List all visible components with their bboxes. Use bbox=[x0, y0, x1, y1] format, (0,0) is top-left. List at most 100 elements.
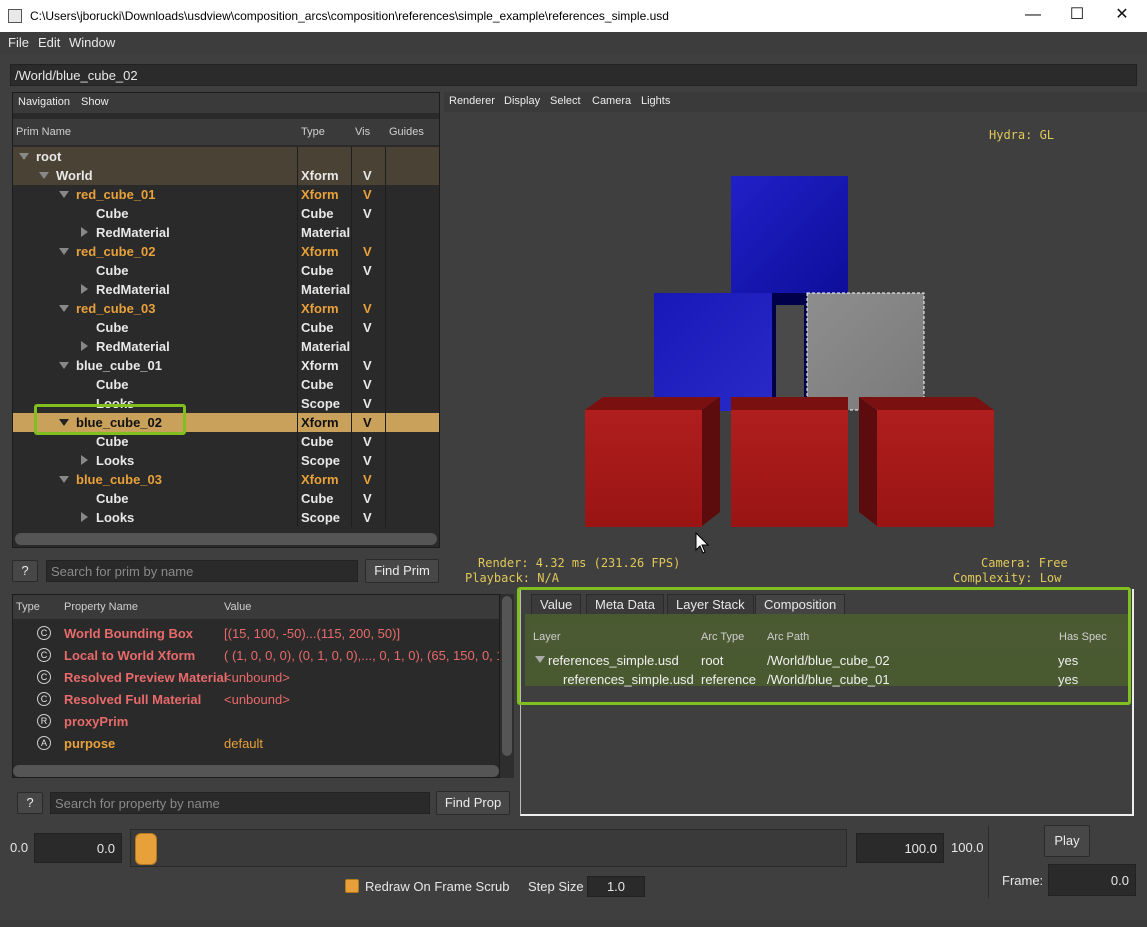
prim-vis[interactable]: V bbox=[363, 358, 372, 373]
collapse-arrow-icon[interactable] bbox=[81, 512, 88, 522]
property-search-input[interactable]: Search for property by name bbox=[50, 792, 430, 814]
select-menu[interactable]: Select bbox=[550, 95, 581, 107]
property-row[interactable]: C Local to World Xform ( (1, 0, 0, 0), (0,… bbox=[13, 645, 499, 667]
prim-vis[interactable]: V bbox=[363, 472, 372, 487]
header-type[interactable]: Type bbox=[301, 126, 325, 138]
frame-slider-handle[interactable] bbox=[135, 833, 157, 865]
tree-row[interactable]: RedMaterial Material bbox=[13, 280, 439, 299]
header-prop-type[interactable]: Type bbox=[16, 601, 40, 613]
header-guides[interactable]: Guides bbox=[389, 126, 424, 138]
prim-help-button[interactable]: ? bbox=[12, 560, 38, 582]
step-size-field[interactable]: 1.0 bbox=[587, 876, 645, 897]
tree-row[interactable]: root bbox=[13, 147, 439, 166]
lights-menu[interactable]: Lights bbox=[641, 95, 670, 107]
collapse-arrow-icon[interactable] bbox=[81, 341, 88, 351]
tree-row[interactable]: Cube Cube V bbox=[13, 375, 439, 394]
property-row[interactable]: Apurpose default bbox=[13, 733, 499, 755]
tree-row[interactable]: red_cube_02 Xform V bbox=[13, 242, 439, 261]
property-type-icon: C bbox=[37, 626, 51, 640]
menu-window[interactable]: Window bbox=[69, 35, 115, 50]
renderer-menu[interactable]: Renderer bbox=[449, 95, 495, 107]
expand-arrow-icon[interactable] bbox=[19, 153, 29, 160]
expand-arrow-icon[interactable] bbox=[59, 476, 69, 483]
property-scrollbar[interactable] bbox=[13, 765, 499, 777]
menu-file[interactable]: File bbox=[8, 35, 29, 50]
prim-vis[interactable]: V bbox=[363, 491, 372, 506]
prim-vis[interactable]: V bbox=[363, 263, 372, 278]
camera-menu[interactable]: Camera bbox=[592, 95, 631, 107]
property-row[interactable]: C Resolved Preview Material <unbound> bbox=[13, 667, 499, 689]
end-frame-field[interactable]: 100.0 bbox=[856, 833, 944, 863]
prim-vis[interactable]: V bbox=[363, 377, 372, 392]
property-vscroll[interactable] bbox=[500, 594, 514, 778]
redraw-checkbox[interactable] bbox=[345, 879, 359, 893]
tree-row[interactable]: Cube Cube V bbox=[13, 489, 439, 508]
selected-cube[interactable] bbox=[806, 292, 925, 411]
tree-row[interactable]: Cube Cube V bbox=[13, 204, 439, 223]
tree-row[interactable]: Looks Scope V bbox=[13, 451, 439, 470]
prim-vis[interactable]: V bbox=[363, 396, 372, 411]
prim-vis[interactable]: V bbox=[363, 187, 372, 202]
expand-arrow-icon[interactable] bbox=[59, 362, 69, 369]
header-vis[interactable]: Vis bbox=[355, 126, 370, 138]
property-row[interactable]: RproxyPrim bbox=[13, 711, 499, 733]
frame-slider[interactable] bbox=[130, 829, 847, 867]
tree-row[interactable]: blue_cube_03 Xform V bbox=[13, 470, 439, 489]
find-prop-button[interactable]: Find Prop bbox=[436, 791, 510, 815]
minimize-button[interactable]: — bbox=[1015, 4, 1051, 26]
property-vscroll-thumb[interactable] bbox=[502, 596, 512, 756]
viewport[interactable]: Hydra: GL Render: 4.32 ms (231.26 FPS) P… bbox=[444, 92, 1147, 588]
tree-row[interactable]: red_cube_01 Xform V bbox=[13, 185, 439, 204]
expand-arrow-icon[interactable] bbox=[39, 172, 49, 179]
show-menu[interactable]: Show bbox=[81, 96, 109, 108]
tree-row[interactable]: RedMaterial Material bbox=[13, 337, 439, 356]
start-frame-field[interactable]: 0.0 bbox=[34, 833, 122, 863]
property-row[interactable]: C Resolved Full Material <unbound> bbox=[13, 689, 499, 711]
close-button[interactable]: ✕ bbox=[1104, 4, 1140, 26]
play-button[interactable]: Play bbox=[1044, 825, 1090, 857]
prim-vis[interactable]: V bbox=[363, 510, 372, 525]
prim-vis[interactable]: V bbox=[363, 415, 372, 430]
maximize-button[interactable]: ☐ bbox=[1059, 4, 1095, 26]
column-separator bbox=[385, 185, 386, 204]
prim-vis[interactable]: V bbox=[363, 434, 372, 449]
collapse-arrow-icon[interactable] bbox=[81, 455, 88, 465]
prim-vis[interactable]: V bbox=[363, 453, 372, 468]
display-menu[interactable]: Display bbox=[504, 95, 540, 107]
header-prop-name[interactable]: Property Name bbox=[64, 601, 138, 613]
prim-vis[interactable]: V bbox=[363, 320, 372, 335]
menu-edit[interactable]: Edit bbox=[38, 35, 60, 50]
expand-arrow-icon[interactable] bbox=[59, 191, 69, 198]
prim-type: Xform bbox=[301, 187, 339, 202]
prim-vis[interactable]: V bbox=[363, 244, 372, 259]
frame-field[interactable]: 0.0 bbox=[1048, 864, 1136, 896]
red-cube-3[interactable] bbox=[877, 410, 994, 527]
tree-row[interactable]: blue_cube_01 Xform V bbox=[13, 356, 439, 375]
find-prim-button[interactable]: Find Prim bbox=[365, 559, 439, 583]
prim-path-field[interactable]: /World/blue_cube_02 bbox=[10, 64, 1137, 86]
prim-vis[interactable]: V bbox=[363, 206, 372, 221]
tree-row[interactable]: RedMaterial Material bbox=[13, 223, 439, 242]
blue-cube-top[interactable] bbox=[731, 176, 848, 294]
tree-scrollbar[interactable] bbox=[15, 533, 437, 545]
tree-row[interactable]: Looks Scope V bbox=[13, 508, 439, 527]
header-prim-name[interactable]: Prim Name bbox=[16, 126, 71, 138]
header-prop-value[interactable]: Value bbox=[224, 601, 251, 613]
red-cube-2[interactable] bbox=[731, 410, 848, 527]
property-row[interactable]: C World Bounding Box [(15, 100, -50)...(11… bbox=[13, 623, 499, 645]
red-cube-1[interactable] bbox=[585, 410, 702, 527]
tree-row[interactable]: Cube Cube V bbox=[13, 261, 439, 280]
prim-search-input[interactable]: Search for prim by name bbox=[46, 560, 358, 582]
tree-row[interactable]: red_cube_03 Xform V bbox=[13, 299, 439, 318]
collapse-arrow-icon[interactable] bbox=[81, 284, 88, 294]
prim-vis[interactable]: V bbox=[363, 168, 372, 183]
collapse-arrow-icon[interactable] bbox=[81, 227, 88, 237]
prim-vis[interactable]: V bbox=[363, 301, 372, 316]
tree-row[interactable]: Cube Cube V bbox=[13, 318, 439, 337]
prop-help-button[interactable]: ? bbox=[17, 792, 43, 814]
navigation-menu[interactable]: Navigation bbox=[18, 96, 70, 108]
tree-row[interactable]: World Xform V bbox=[13, 166, 439, 185]
expand-arrow-icon[interactable] bbox=[59, 248, 69, 255]
blue-cube-left[interactable] bbox=[654, 293, 772, 411]
expand-arrow-icon[interactable] bbox=[59, 305, 69, 312]
